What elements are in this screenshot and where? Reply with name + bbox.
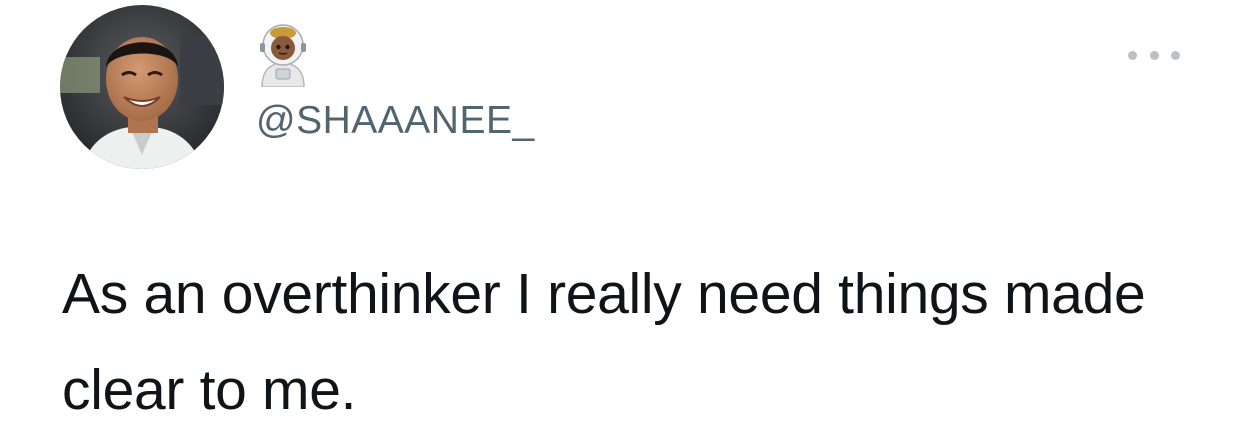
more-dot [1149, 50, 1159, 60]
author-avatar[interactable] [60, 5, 224, 169]
more-dot [1128, 50, 1137, 60]
astronaut-emoji-icon [256, 23, 310, 87]
avatar-photo-icon [60, 5, 224, 169]
author-display-name[interactable] [256, 22, 310, 88]
tweet-card: @SHAAANEE_ As an overthinker I really ne… [0, 0, 1242, 422]
tweet-text: As an overthinker I really need things m… [62, 262, 1146, 422]
more-dot [1171, 50, 1180, 60]
more-options-icon[interactable] [1128, 40, 1180, 70]
author-handle[interactable]: @SHAAANEE_ [256, 96, 535, 146]
